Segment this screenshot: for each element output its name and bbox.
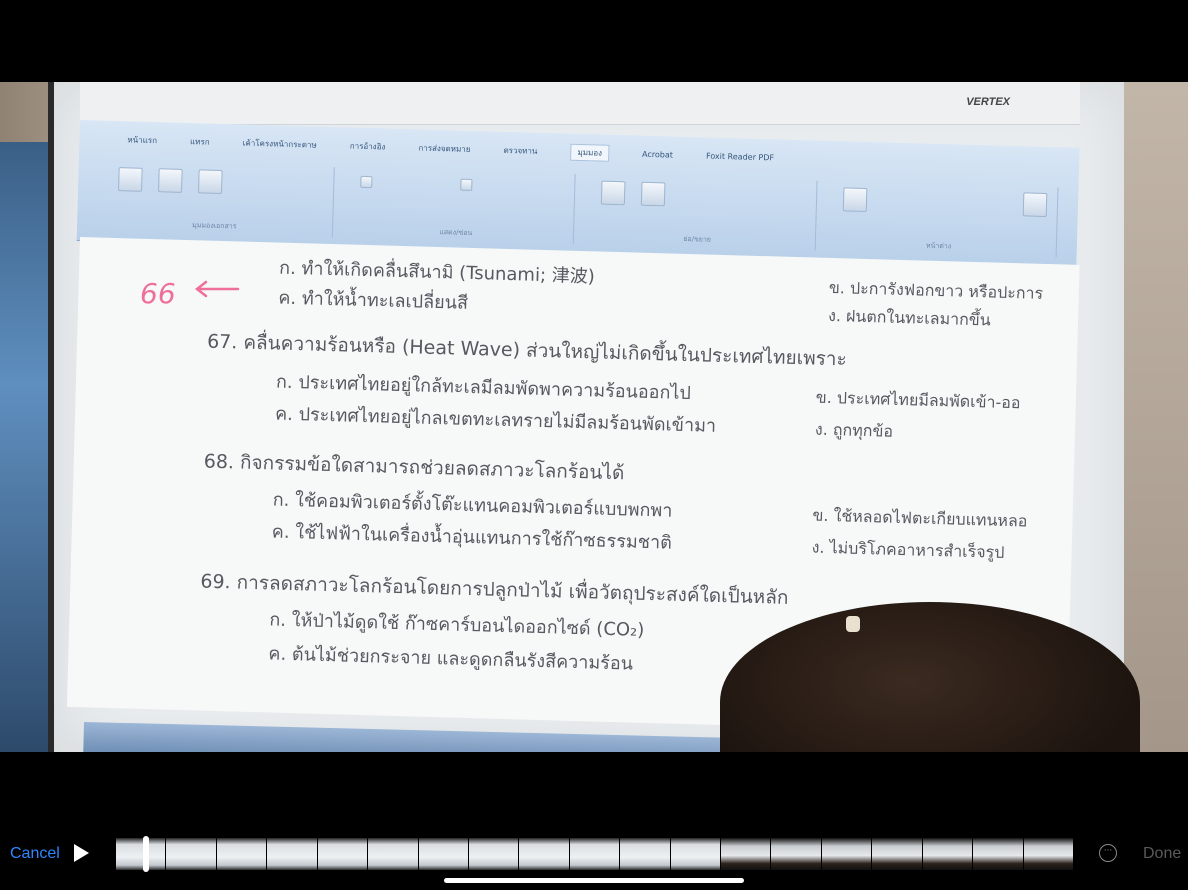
ribbon-tabs: หน้าแรก แทรก เค้าโครงหน้ากระดาษ การอ้างอ… — [99, 125, 774, 167]
home-indicator — [444, 878, 744, 883]
filmstrip-frame — [821, 838, 873, 870]
video-frame: VERTEX หน้าแรก แทรก เค้าโครงหน้ากระดาษ ก… — [0, 82, 1188, 752]
filmstrip-frame — [368, 838, 419, 870]
filmstrip-frame — [569, 838, 621, 870]
ribbon-group: ย่อ/ขยาย — [579, 174, 818, 251]
ribbon-tab: เค้าโครงหน้ากระดาษ — [242, 138, 317, 150]
video-trim-viewer: VERTEX หน้าแรก แทรก เค้าโครงหน้ากระดาษ ก… — [0, 0, 1188, 890]
ribbon-tab: หน้าแรก — [127, 135, 158, 146]
filmstrip-frame — [973, 838, 1024, 870]
thumbnails-checkbox-icon — [459, 178, 473, 191]
answer-option: ค. ต้นไม้ช่วยกระจาย และดูดกลืนรังสีความร… — [268, 643, 634, 675]
ribbon-tab: Acrobat — [641, 149, 674, 160]
filmstrip-frame — [468, 838, 520, 870]
switch-window-icon — [1022, 192, 1047, 218]
video-filmstrip[interactable] — [116, 838, 1074, 870]
ribbon-group: แสดง/ซ่อน — [338, 167, 576, 244]
outline-icon — [197, 169, 223, 194]
more-options-icon[interactable]: ··· — [1099, 844, 1117, 862]
web-layout-icon — [158, 168, 183, 193]
cancel-button[interactable]: Cancel — [10, 845, 60, 863]
question-text: 68. กิจกรรมข้อใดสามารถช่วยลดสภาวะโลกร้อน… — [203, 450, 625, 485]
ribbon-tab: ตรวจทาน — [503, 145, 538, 156]
filmstrip-frame — [216, 838, 268, 870]
ribbon-tab-active: มุมมอง — [570, 143, 610, 162]
answer-option: ง. ถูกทุกข้อ — [814, 419, 894, 441]
handwritten-annotation-number: 66 — [140, 277, 176, 310]
ribbon-group-label: แสดง/ซ่อน — [439, 228, 473, 237]
answer-option: ข. ประเทศไทยมีลมพัดเข้า-ออ — [815, 387, 1021, 413]
trim-controls-bar: Cancel ··· Done — [0, 752, 1188, 890]
filmstrip-frame — [721, 838, 772, 870]
play-icon[interactable] — [74, 844, 89, 862]
new-window-icon — [842, 187, 867, 212]
answer-option: ง. ฝนตกในทะเลมากขึ้น — [827, 305, 991, 330]
hair-clip — [846, 616, 860, 632]
zoom-icon — [600, 180, 626, 206]
ribbon-group-label: หน้าต่าง — [925, 241, 952, 251]
ribbon-group-label: มุมมองเอกสาร — [192, 221, 237, 231]
filmstrip-frame — [519, 838, 570, 870]
ribbon-group: มุมมองเอกสาร — [96, 160, 335, 238]
screen-top-bar: VERTEX — [80, 82, 1080, 125]
answer-option: ข. ใช้หลอดไฟตะเกียบแทนหลอ — [812, 505, 1028, 531]
filmstrip-frame — [1023, 838, 1074, 870]
filmstrip-frame — [872, 838, 923, 870]
answer-option: ก. ให้ป่าไม้ดูดใช้ ก๊าซคาร์บอนไดออกไซด์ … — [269, 609, 645, 641]
filmstrip-frame — [267, 838, 318, 870]
print-layout-icon — [118, 167, 143, 192]
ribbon-group: หน้าต่าง — [821, 180, 1059, 258]
filmstrip-frame — [166, 838, 217, 870]
answer-option: ง. ไม่บริโภคอาหารสำเร็จรูป — [811, 537, 1005, 562]
done-button[interactable]: Done — [1143, 845, 1181, 863]
projector-brand-label: VERTEX — [966, 96, 1010, 108]
playhead-handle[interactable] — [143, 836, 149, 872]
ribbon-group-label: ย่อ/ขยาย — [683, 234, 712, 244]
filmstrip-frame — [670, 838, 722, 870]
arrow-path — [194, 280, 240, 298]
ruler-checkbox-icon — [359, 175, 373, 189]
handwritten-arrow-icon — [194, 280, 240, 298]
ribbon-tab: Foxit Reader PDF — [705, 151, 775, 163]
filmstrip-frame — [620, 838, 671, 870]
filmstrip-frame — [922, 838, 974, 870]
ribbon-tab: การส่งจดหมาย — [418, 143, 471, 154]
ribbon-tab: แทรก — [189, 137, 210, 147]
answer-option: ค. ทำให้น้ำทะเลเปลี่ยนสี — [278, 287, 469, 314]
filmstrip-frame — [116, 838, 167, 870]
filmstrip-frame — [317, 838, 369, 870]
zoom-100-icon — [640, 181, 666, 207]
ribbon-tab: การอ้างอิง — [349, 141, 386, 152]
answer-option: ข. ปะการังฟอกขาว หรือปะการ — [828, 277, 1044, 303]
filmstrip-frame — [771, 838, 822, 870]
filmstrip-frame — [418, 838, 469, 870]
